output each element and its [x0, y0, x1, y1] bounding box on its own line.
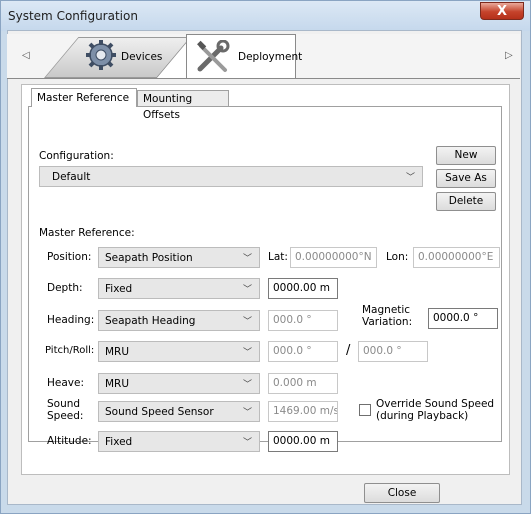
pitch-roll-source-value: MRU	[105, 346, 130, 358]
chevron-down-icon: ﹀	[242, 348, 252, 358]
heave-source-value: MRU	[105, 378, 130, 390]
altitude-field[interactable]: 0000.00 m	[268, 431, 338, 452]
altitude-label: Altitude:	[47, 435, 92, 447]
depth-source-select[interactable]: Fixed ﹀	[98, 278, 260, 299]
heading-label: Heading:	[47, 314, 95, 326]
altitude-source-select[interactable]: Fixed ﹀	[98, 431, 260, 452]
heading-source-select[interactable]: Seapath Heading ﹀	[98, 310, 260, 331]
new-button[interactable]: New	[436, 146, 496, 165]
heave-field[interactable]: 0.000 m	[268, 373, 338, 394]
tab-master-reference[interactable]: Master Reference	[31, 88, 137, 107]
sound-speed-source-select[interactable]: Sound Speed Sensor ﹀	[98, 401, 260, 422]
lat-field[interactable]: 0.00000000°N	[290, 247, 377, 268]
variation-label: Variation:	[362, 316, 413, 328]
position-source-value: Seapath Position	[105, 252, 193, 264]
tab-scroll-left-icon[interactable]: ◁	[22, 50, 30, 61]
magnetic-label: Magnetic	[362, 304, 411, 316]
magnetic-variation-field[interactable]: 0000.0 °	[428, 308, 498, 329]
heading-source-value: Seapath Heading	[105, 315, 196, 327]
title-bar[interactable]: System Configuration X	[1, 1, 530, 31]
override-sound-speed-checkbox[interactable]	[359, 404, 371, 416]
chevron-down-icon: ﹀	[242, 408, 252, 418]
master-reference-label: Master Reference:	[39, 227, 135, 239]
outer-tab-underline	[7, 78, 520, 79]
tab-deployment-label: Deployment	[238, 51, 303, 63]
chevron-down-icon: ﹀	[405, 173, 415, 183]
close-button[interactable]: Close	[364, 483, 440, 503]
sound-speed-field[interactable]: 1469.00 m/s	[268, 401, 338, 422]
chevron-down-icon: ﹀	[242, 380, 252, 390]
depth-label: Depth:	[47, 282, 83, 294]
heave-source-select[interactable]: MRU ﹀	[98, 373, 260, 394]
lon-field[interactable]: 0.00000000°E	[413, 247, 500, 268]
override-sound-speed-label: Override Sound Speed	[376, 398, 495, 410]
chevron-down-icon: ﹀	[242, 254, 252, 264]
chevron-down-icon: ﹀	[242, 317, 252, 327]
sound-label: Sound	[47, 398, 81, 410]
configuration-select[interactable]: Default ﹀	[39, 166, 423, 187]
delete-button[interactable]: Delete	[436, 192, 496, 211]
heave-label: Heave:	[47, 377, 85, 389]
save-as-button[interactable]: Save As	[436, 169, 496, 188]
tab-mounting-offsets[interactable]: Mounting Offsets	[137, 90, 229, 121]
lon-label: Lon:	[386, 251, 409, 263]
roll-field[interactable]: 000.0 °	[358, 341, 428, 362]
window-close-button[interactable]: X	[480, 2, 524, 20]
configuration-label: Configuration:	[39, 150, 114, 162]
position-label: Position:	[47, 251, 92, 263]
chevron-down-icon: ﹀	[242, 438, 252, 448]
depth-field[interactable]: 0000.00 m	[268, 278, 338, 299]
tab-devices-label: Devices	[121, 51, 163, 63]
window-title: System Configuration	[8, 9, 138, 23]
chevron-down-icon: ﹀	[242, 285, 252, 295]
position-source-select[interactable]: Seapath Position ﹀	[98, 247, 260, 268]
speed-label: Speed:	[47, 410, 84, 422]
altitude-source-value: Fixed	[105, 436, 133, 448]
heading-field[interactable]: 000.0 °	[268, 310, 338, 331]
gear-icon	[86, 40, 116, 70]
pitch-roll-label: Pitch/Roll:	[45, 345, 95, 356]
pitch-field[interactable]: 000.0 °	[268, 341, 338, 362]
pitch-roll-separator: /	[346, 343, 351, 358]
pitch-roll-source-select[interactable]: MRU ﹀	[98, 341, 260, 362]
sound-speed-source-value: Sound Speed Sensor	[105, 406, 214, 418]
lat-label: Lat:	[268, 251, 288, 263]
tools-icon	[197, 40, 230, 72]
tab-scroll-right-icon[interactable]: ▷	[505, 50, 513, 61]
configuration-select-value: Default	[52, 171, 91, 183]
depth-source-value: Fixed	[105, 283, 133, 295]
during-playback-label: (during Playback)	[376, 410, 469, 422]
